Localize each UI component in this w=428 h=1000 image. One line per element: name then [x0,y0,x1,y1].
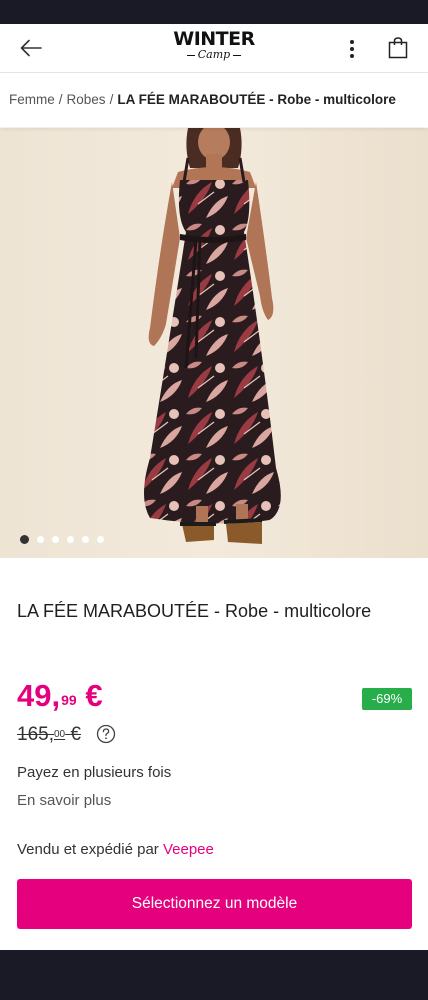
product-photo [0,128,428,558]
system-navigation-bar [0,950,428,1000]
status-bar [0,0,428,24]
back-arrow-icon [20,39,42,57]
carousel-dot[interactable] [82,536,89,543]
select-model-button[interactable]: Sélectionnez un modèle [17,879,412,929]
carousel-dot[interactable] [20,535,29,544]
seller-info: Vendu et expédié par Veepee [17,839,214,861]
carousel-dot[interactable] [67,536,74,543]
breadcrumb-item-femme[interactable]: Femme [9,92,55,107]
current-price: 49,99 € [17,674,103,718]
installments-text: Payez en plusieurs fois [17,764,172,781]
app-screen: WINTER Camp Femme / Robes / LA FÉE MARABOUTÉ… [0,24,428,950]
product-title: LA FÉE MARABOUTÉE - Robe - multicolore [17,601,372,621]
carousel-dot[interactable] [52,536,59,543]
original-price: 165,00 € [17,722,81,748]
seller-prefix: Vendu et expédié par [17,841,159,858]
breadcrumb-current: LA FÉE MARABOUTÉE - Robe - multicolore [117,92,396,107]
old-price-currency: € [70,724,81,745]
help-circle-icon [96,724,116,744]
old-price-main: 165, [17,724,54,745]
more-vert-icon [350,40,354,58]
carousel-indicators [20,535,104,544]
carousel-dot[interactable] [37,536,44,543]
price-currency: € [85,678,103,713]
old-price-cents: 00 [53,729,66,740]
breadcrumb-item-robes[interactable]: Robes [67,92,106,107]
discount-badge: -69% [362,688,412,710]
price-cents: 99 [61,692,77,708]
price-help-button[interactable] [96,724,116,744]
cart-button[interactable] [384,34,412,62]
breadcrumb-separator: / [58,92,63,107]
logo-top-text: WINTER [173,28,255,50]
brand-logo[interactable]: WINTER Camp [164,28,264,70]
back-button[interactable] [14,34,48,62]
breadcrumb: Femme / Robes / LA FÉE MARABOUTÉE - Robe - m… [0,73,428,127]
shopping-bag-icon [388,37,408,59]
breadcrumb-separator: / [109,92,114,107]
more-options-button[interactable] [340,36,364,62]
seller-link[interactable]: Veepee [163,841,214,858]
learn-more-link[interactable]: En savoir plus [17,790,111,812]
logo-bottom-text: Camp [164,49,264,61]
price-main: 49, [17,678,61,713]
top-header: WINTER Camp [0,24,428,73]
carousel-dot[interactable] [97,536,104,543]
product-image-gallery[interactable] [0,128,428,558]
